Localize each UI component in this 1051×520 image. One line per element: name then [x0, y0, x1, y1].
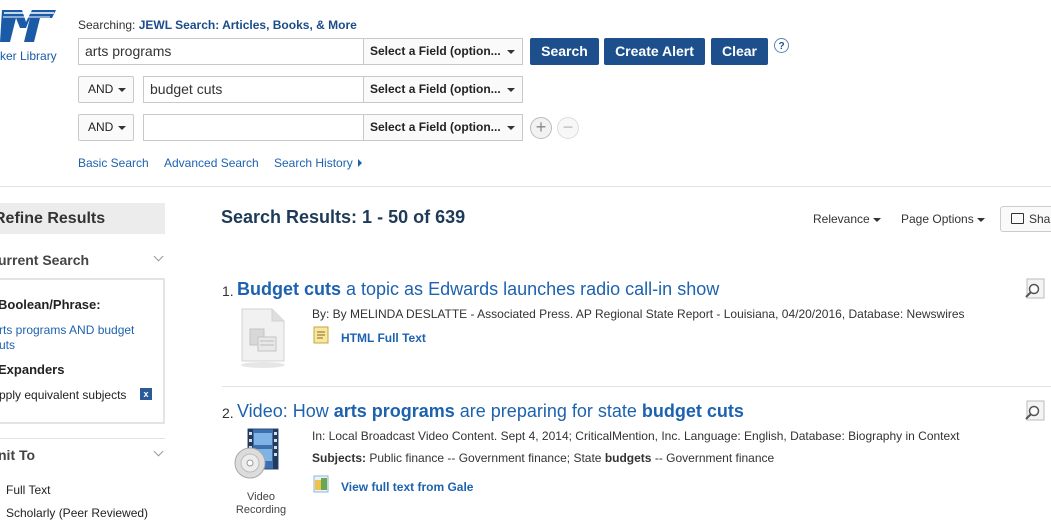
- bool-select-2[interactable]: AND: [78, 76, 134, 103]
- limit-scholarly[interactable]: Scholarly (Peer Reviewed): [6, 506, 148, 520]
- logo-text: ker Library: [0, 49, 57, 63]
- gale-full-text-icon[interactable]: [312, 475, 330, 493]
- result-number: 1.: [222, 283, 234, 299]
- item-type-label: Video Recording: [235, 491, 287, 516]
- relevance-sort[interactable]: Relevance: [813, 212, 882, 226]
- bool-select-3[interactable]: AND: [78, 114, 134, 141]
- result-subjects: Subjects: Public finance -- Government f…: [312, 451, 775, 465]
- create-alert-button[interactable]: Create Alert: [604, 38, 705, 65]
- page-options[interactable]: Page Options: [901, 212, 986, 226]
- preview-icon[interactable]: [1024, 278, 1046, 300]
- chevron-down-icon: [977, 217, 986, 222]
- header-divider: [0, 186, 1051, 187]
- result-meta: In: Local Broadcast Video Content. Sept …: [312, 429, 960, 443]
- clear-button[interactable]: Clear: [711, 38, 768, 65]
- html-full-text-icon[interactable]: [312, 326, 330, 344]
- search-input-3[interactable]: [143, 114, 364, 141]
- boolean-phrase-label: Boolean/Phrase:: [0, 297, 101, 312]
- gale-full-text-link[interactable]: View full text from Gale: [341, 480, 473, 494]
- search-history-link[interactable]: Search History: [274, 156, 363, 170]
- expanders-label: Expanders: [0, 362, 65, 377]
- field-select-2[interactable]: Select a Field (option...: [364, 76, 523, 103]
- searching-label: Searching: JEWL Search: Articles, Books,…: [78, 18, 357, 32]
- expander-item: pply equivalent subjects: [0, 388, 127, 402]
- caret-right-icon: [358, 159, 363, 167]
- search-input-2[interactable]: budget cuts: [143, 76, 364, 103]
- result-number: 2.: [222, 405, 234, 421]
- advanced-search-link[interactable]: Advanced Search: [164, 156, 259, 170]
- preview-icon[interactable]: [1024, 400, 1046, 422]
- video-recording-icon[interactable]: [234, 427, 284, 485]
- refine-results-title: Refine Results: [0, 210, 106, 227]
- field-select-1[interactable]: Select a Field (option...: [364, 38, 523, 65]
- limit-to-title[interactable]: nit To: [0, 447, 35, 463]
- help-icon[interactable]: ?: [774, 38, 789, 53]
- boolean-phrase-value-cont[interactable]: uts: [0, 338, 15, 352]
- chevron-down-icon: [118, 126, 126, 130]
- chevron-down-icon: [507, 126, 515, 130]
- document-icon[interactable]: [236, 305, 290, 369]
- field-select-3[interactable]: Select a Field (option...: [364, 114, 523, 141]
- search-input-1[interactable]: arts programs: [78, 38, 364, 65]
- remove-row-icon[interactable]: −: [557, 117, 579, 139]
- result-divider: [222, 386, 1051, 387]
- result-title-link[interactable]: Video: How arts programs are preparing f…: [237, 401, 744, 422]
- search-button[interactable]: Search: [530, 38, 599, 65]
- share-button[interactable]: Sha: [1000, 206, 1051, 232]
- chevron-down-icon[interactable]: [153, 446, 164, 457]
- add-row-icon[interactable]: +: [530, 117, 552, 139]
- limit-full-text[interactable]: Full Text: [6, 483, 50, 497]
- chevron-down-icon[interactable]: [153, 251, 164, 262]
- boolean-phrase-value[interactable]: rts programs AND budget: [0, 323, 134, 337]
- share-icon: [1011, 213, 1024, 224]
- sidebar-divider: [0, 438, 165, 439]
- mt-logo-icon: [0, 6, 58, 48]
- search-target: JEWL Search: Articles, Books, & More: [138, 18, 357, 32]
- chevron-down-icon: [118, 88, 126, 92]
- remove-expander-icon[interactable]: x: [140, 388, 152, 400]
- basic-search-link[interactable]: Basic Search: [78, 156, 149, 170]
- chevron-down-icon: [873, 217, 882, 222]
- results-title: Search Results: 1 - 50 of 639: [221, 207, 466, 227]
- chevron-down-icon: [507, 50, 515, 54]
- chevron-down-icon: [507, 88, 515, 92]
- current-search-title[interactable]: urrent Search: [0, 252, 89, 268]
- result-meta: By: By MELINDA DESLATTE - Associated Pre…: [312, 307, 965, 321]
- result-title-link[interactable]: Budget cuts a topic as Edwards launches …: [237, 279, 719, 300]
- html-full-text-link[interactable]: HTML Full Text: [341, 331, 426, 345]
